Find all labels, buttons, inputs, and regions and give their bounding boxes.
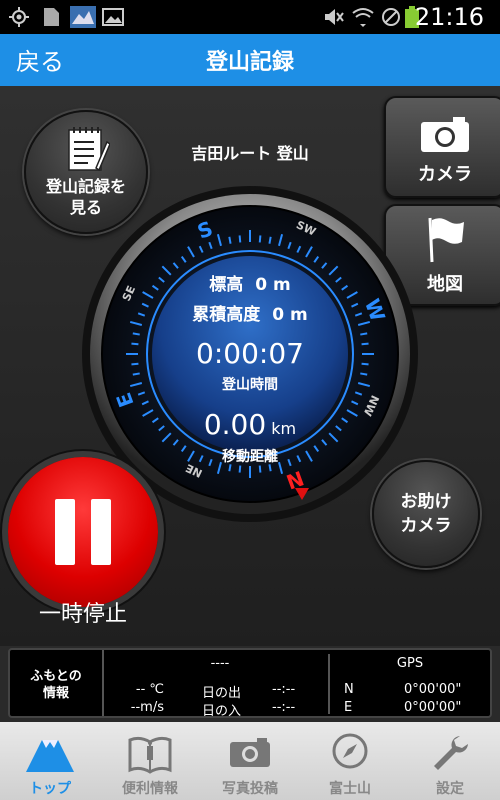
altitude-row: 標高 0 m (150, 270, 350, 295)
sunset-value: --:-- (272, 700, 296, 715)
altitude-label: 標高 (209, 275, 244, 295)
help-camera-button[interactable]: お助け カメラ (372, 460, 480, 568)
wrench-icon (434, 736, 468, 770)
compass-dir-w: W (359, 295, 391, 324)
temperature: -- ℃ (135, 682, 164, 697)
app-notification-icon (70, 6, 96, 28)
tab-label: 設定 (436, 781, 464, 797)
camera-label: カメラ (418, 164, 472, 185)
camera-icon (230, 738, 270, 767)
tab-label: 富士山 (329, 781, 371, 797)
clock: 21:16 (414, 3, 484, 31)
compass-dir-e: E (111, 389, 139, 412)
mountain-icon (26, 740, 74, 772)
distance-value: 0.00 (203, 408, 267, 441)
sunrise-label: 日の出 (202, 686, 242, 701)
nav-bar: 戻る 登山記録 (0, 34, 500, 86)
altitude-value: 0 m (255, 275, 291, 295)
lon-label: E (344, 700, 353, 715)
tab-label: 写真投稿 (222, 781, 278, 797)
wind-speed: --m/s (130, 700, 164, 715)
compass-dir-nw: NW (360, 393, 381, 419)
help-camera-label: お助け カメラ (400, 492, 452, 536)
weather-dashes: ---- (210, 656, 230, 671)
pause-icon-bar-right (91, 499, 111, 565)
tab-settings[interactable]: 設定 (400, 722, 500, 800)
distance-label: 移動距離 (222, 449, 278, 465)
image-icon (102, 8, 124, 26)
status-bar: 21:16 (0, 0, 500, 34)
sunset-label: 日の入 (202, 704, 242, 719)
compass-dir-se: SE (120, 283, 139, 304)
main-panel: 登山記録を 見る 吉田ルート 登山 カメラ 地図 S SW W NW N NE … (0, 86, 500, 646)
route-name: 吉田ルート 登山 (191, 144, 309, 163)
distance-row: 0.00 km (150, 408, 350, 441)
gps-label: GPS (396, 656, 424, 671)
panel-divider (328, 654, 330, 714)
tab-label: トップ (29, 781, 71, 797)
no-sim-icon (382, 8, 400, 26)
distance-unit: km (271, 419, 297, 438)
panel-title: ふもとの 情報 (30, 669, 82, 701)
compass-dir-s: S (193, 216, 216, 244)
tab-fuji[interactable]: 富士山 (300, 722, 400, 800)
cumulative-row: 累積高度 0 m (150, 300, 350, 325)
book-icon (128, 736, 172, 774)
info-panel: ふもとの 情報 ---- -- ℃ --m/s 日の出 日の入 --:-- --… (8, 648, 492, 719)
wifi-icon (352, 8, 374, 27)
compass-dir-sw: SW (294, 218, 319, 240)
mute-icon (325, 9, 344, 25)
elapsed-time: 0:00:07 (196, 337, 304, 370)
camera-button[interactable]: カメラ (384, 96, 500, 198)
tab-info[interactable]: 便利情報 (100, 722, 200, 800)
flag-icon (428, 217, 464, 263)
sd-card-icon (44, 8, 59, 26)
bottom-tab-bar: トップ 便利情報 写真投稿 富士山 設定 (0, 722, 500, 800)
tab-top[interactable]: トップ (0, 722, 100, 800)
cumulative-label: 累積高度 (192, 305, 261, 325)
pause-label: 一時停止 (38, 602, 127, 627)
north-marker-icon (295, 488, 309, 500)
lat-value: 0°00'00" (404, 682, 462, 697)
elapsed-time-label: 登山時間 (222, 377, 278, 393)
compass-icon (332, 733, 368, 769)
gps-icon (9, 7, 29, 27)
pause-icon-bar-left (55, 499, 75, 565)
camera-icon (421, 117, 469, 152)
tab-photo[interactable]: 写真投稿 (200, 722, 300, 800)
notepad-icon (68, 127, 110, 172)
panel-divider (102, 650, 104, 716)
page-title: 登山記録 (205, 50, 294, 75)
sunrise-value: --:-- (272, 682, 296, 697)
cumulative-value: 0 m (272, 305, 308, 325)
tab-label: 便利情報 (122, 781, 178, 797)
lat-label: N (344, 682, 354, 697)
pause-button[interactable] (8, 457, 158, 607)
lon-value: 0°00'00" (404, 700, 462, 715)
